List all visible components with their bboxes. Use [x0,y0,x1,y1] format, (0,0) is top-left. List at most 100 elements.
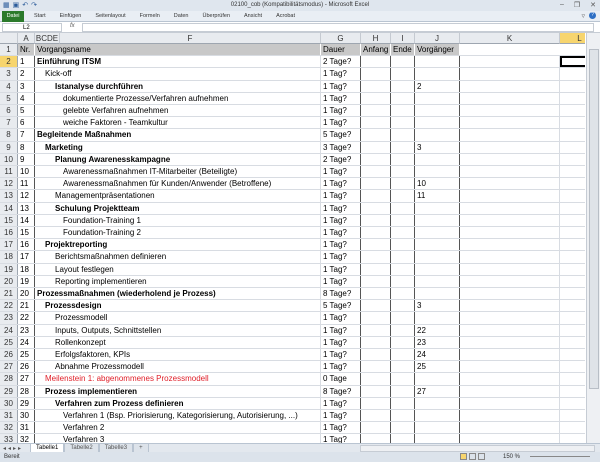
cell-l[interactable] [560,190,585,201]
cell-end[interactable] [391,422,415,434]
cell-start[interactable] [361,92,391,104]
cell-task-name[interactable]: weiche Faktoren - Teamkultur [35,117,321,129]
cell-l[interactable] [560,239,585,250]
ribbon-tab[interactable]: Acrobat [276,11,295,22]
column-header-j[interactable]: J [415,33,460,44]
cell-predecessor[interactable]: 3 [415,141,460,153]
cell-start[interactable] [361,190,391,202]
cell-nr[interactable]: 27 [18,373,35,385]
cell-l[interactable] [560,178,585,189]
cell-duration[interactable]: 1 Tag? [321,92,361,104]
cell-task-name[interactable]: Schulung Projektteam [35,202,321,214]
row-header[interactable]: 2 [0,56,18,68]
cell-predecessor[interactable]: 3 [415,300,460,312]
cell-k[interactable] [460,397,560,409]
cell-task-name[interactable]: Layout festlegen [35,263,321,275]
row-header[interactable]: 17 [0,239,18,251]
cell-start[interactable] [361,214,391,226]
cell-task-name[interactable]: gelebte Verfahren aufnehmen [35,105,321,117]
cell-predecessor[interactable] [415,105,460,117]
row-header[interactable]: 26 [0,349,18,361]
header-dauer[interactable]: Dauer [321,44,361,56]
cell-k[interactable] [460,434,560,443]
cell-k[interactable] [460,385,560,397]
cell-nr[interactable]: 17 [18,251,35,263]
cell-predecessor[interactable] [415,153,460,165]
cell-predecessor[interactable] [415,214,460,226]
cell-end[interactable] [391,385,415,397]
cell-l[interactable] [560,251,585,262]
ribbon-tab[interactable]: Daten [174,11,189,22]
cell-start[interactable] [361,422,391,434]
cell-l[interactable] [560,349,585,360]
header-name[interactable]: Vorgangsname [35,44,321,56]
cell-end[interactable] [391,92,415,104]
cell-task-name[interactable]: Abnahme Prozessmodell [35,361,321,373]
sheet-nav-arrows[interactable]: ◂◂▸▸ [3,445,23,452]
cell-duration[interactable]: 2 Tage? [321,56,361,68]
cell-duration[interactable]: 0 Tage [321,373,361,385]
row-header[interactable]: 28 [0,373,18,385]
cell-end[interactable] [391,251,415,263]
cell-nr[interactable]: 22 [18,312,35,324]
cell-l[interactable] [560,300,585,311]
scroll-thumb[interactable] [589,49,599,389]
cell-predecessor[interactable]: 22 [415,324,460,336]
ribbon-tab[interactable]: Ansicht [244,11,262,22]
cell-k[interactable] [460,410,560,422]
row-header[interactable]: 6 [0,105,18,117]
cell-end[interactable] [391,312,415,324]
cell-task-name[interactable]: dokumentierte Prozesse/Verfahren aufnehm… [35,92,321,104]
cell-nr[interactable]: 25 [18,349,35,361]
row-header[interactable]: 16 [0,227,18,239]
minimize-button[interactable]: – [560,1,564,9]
cell-nr[interactable]: 19 [18,275,35,287]
row-header[interactable]: 12 [0,178,18,190]
cell-k[interactable] [460,239,560,251]
cell-k[interactable] [460,263,560,275]
cell-predecessor[interactable] [415,56,460,68]
cell-end[interactable] [391,434,415,443]
page-break-view-button[interactable] [478,453,485,460]
row-header[interactable]: 32 [0,422,18,434]
cell-duration[interactable]: 1 Tag? [321,239,361,251]
cell-k[interactable] [460,178,560,190]
cell-predecessor[interactable] [415,68,460,80]
cell-l[interactable] [560,434,585,443]
cell-end[interactable] [391,275,415,287]
cell-nr[interactable]: 16 [18,239,35,251]
row-header[interactable]: 1 [0,44,18,56]
cell-l[interactable] [560,215,585,226]
cell-nr[interactable]: 10 [18,166,35,178]
cell-k[interactable] [460,422,560,434]
cell-task-name[interactable]: Planung Awarenesskampagne [35,153,321,165]
cell-duration[interactable]: 1 Tag? [321,227,361,239]
cell-k[interactable] [460,92,560,104]
cell-task-name[interactable]: Kick-off [35,68,321,80]
cell-predecessor[interactable] [415,239,460,251]
cell-start[interactable] [361,153,391,165]
cell-nr[interactable]: 12 [18,190,35,202]
cell-nr[interactable]: 14 [18,214,35,226]
row-header[interactable]: 27 [0,361,18,373]
cell-duration[interactable]: 1 Tag? [321,117,361,129]
cell-start[interactable] [361,373,391,385]
row-header[interactable]: 25 [0,336,18,348]
cell-nr[interactable]: 15 [18,227,35,239]
vertical-scrollbar[interactable] [586,33,600,443]
cell-nr[interactable]: 30 [18,410,35,422]
cell-predecessor[interactable] [415,312,460,324]
cell-end[interactable] [391,397,415,409]
cell-l[interactable] [560,422,585,433]
cell-start[interactable] [361,324,391,336]
cell-nr[interactable]: 20 [18,288,35,300]
cell-predecessor[interactable] [415,129,460,141]
cell-task-name[interactable]: Einführung ITSM [35,56,321,68]
cell-l[interactable] [560,337,585,348]
cell-nr[interactable]: 28 [18,385,35,397]
cell-duration[interactable]: 1 Tag? [321,214,361,226]
cell-end[interactable] [391,202,415,214]
column-header-h[interactable]: H [361,33,391,44]
help-icon[interactable]: ? [589,12,596,19]
cell-predecessor[interactable] [415,397,460,409]
